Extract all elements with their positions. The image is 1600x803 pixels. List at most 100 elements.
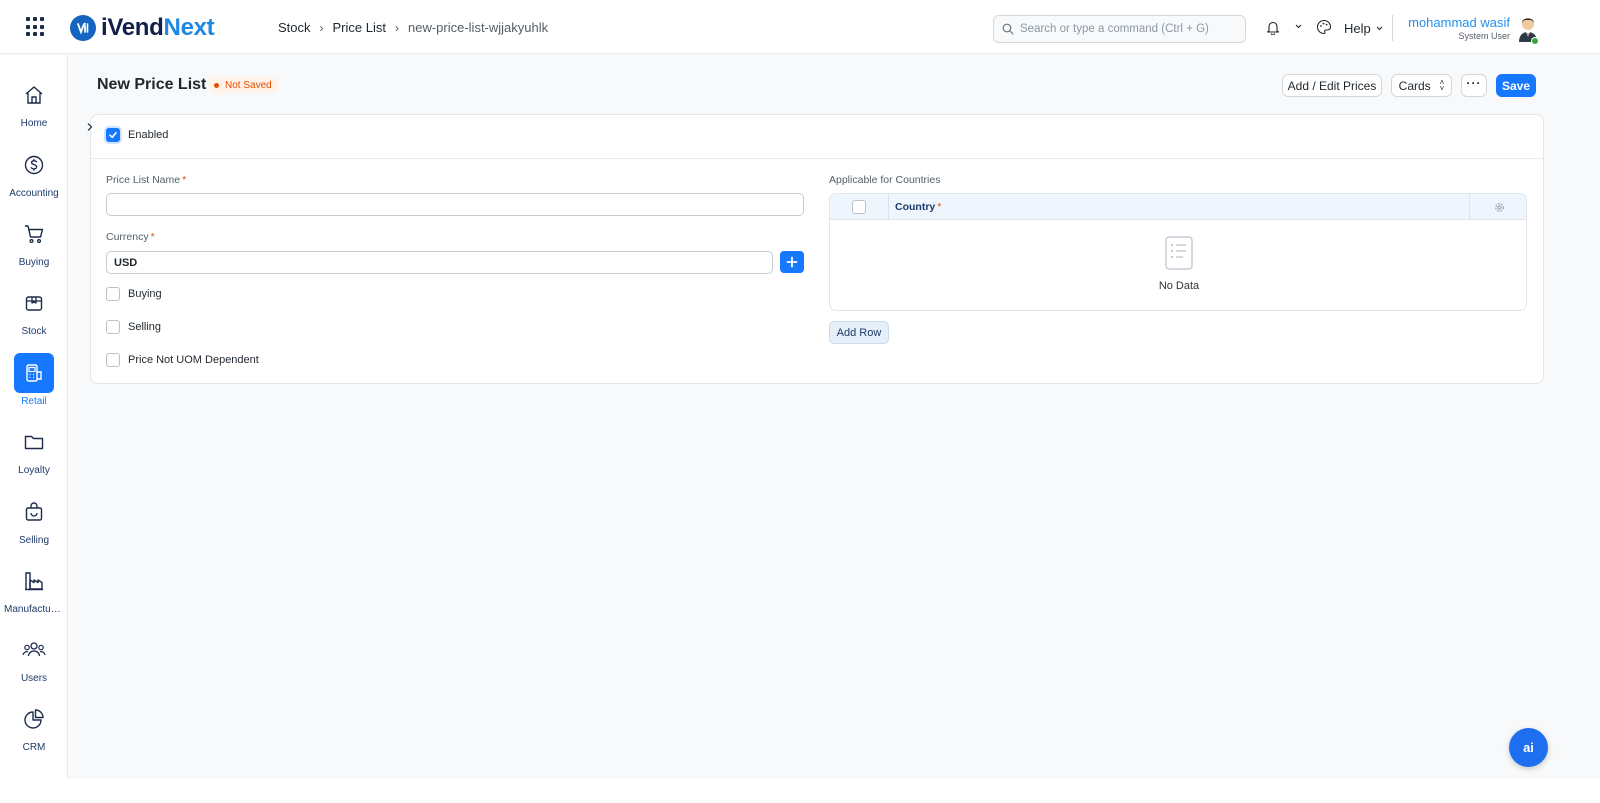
shopping-bag-icon (14, 492, 54, 532)
sidebar-item-manufacturing[interactable]: Manufacturing (0, 551, 68, 617)
sidebar-item-home[interactable]: Home (0, 65, 68, 131)
chevron-right-icon: › (319, 20, 324, 35)
help-menu[interactable]: Help (1344, 21, 1384, 36)
section-divider (90, 158, 1544, 159)
selling-checkbox-row[interactable]: Selling (106, 320, 161, 334)
online-status-dot (1531, 37, 1539, 45)
sidebar-item-stock[interactable]: Stock (0, 273, 68, 339)
enabled-label: Enabled (128, 129, 169, 141)
top-navbar: iVendNext Stock › Price List › new-price… (0, 0, 1600, 54)
view-mode-select[interactable]: Cards ˄ ˅ (1391, 74, 1452, 97)
price-not-uom-label: Price Not UOM Dependent (128, 354, 259, 366)
countries-label: Applicable for Countries (829, 174, 941, 186)
sidebar-item-label: Home (20, 118, 48, 129)
selling-checkbox[interactable] (106, 320, 120, 334)
sidebar: Home Accounting Buying Stock Retail Loya… (0, 55, 68, 779)
enabled-checkbox[interactable] (106, 128, 120, 142)
app-logo[interactable]: iVendNext (70, 14, 215, 42)
page-title: New Price List (97, 76, 207, 93)
chevron-down-icon[interactable] (1294, 22, 1303, 31)
breadcrumb-price-list[interactable]: Price List (333, 20, 386, 35)
breadcrumb: Stock › Price List › new-price-list-wjja… (278, 20, 548, 35)
logo-mark-icon (70, 15, 96, 41)
plus-icon (786, 256, 798, 268)
users-icon (14, 630, 54, 670)
notification-bell-icon[interactable] (1266, 20, 1280, 35)
sidebar-item-retail[interactable]: Retail (0, 343, 68, 409)
theme-palette-icon[interactable] (1316, 19, 1332, 35)
search-input[interactable] (1020, 23, 1240, 35)
sidebar-item-crm[interactable]: CRM (0, 689, 68, 755)
currency-label: Currency * (106, 231, 155, 243)
sidebar-item-buying[interactable]: Buying (0, 204, 68, 270)
sidebar-item-accounting[interactable]: Accounting (0, 135, 68, 201)
user-name: mohammad wasif (1408, 15, 1510, 30)
divider (1392, 15, 1393, 41)
footer-area (0, 779, 1600, 803)
table-header: Country * (830, 194, 1526, 220)
search-bar[interactable] (993, 15, 1246, 43)
column-settings-cell (1469, 194, 1526, 220)
currency-field[interactable] (106, 251, 773, 274)
chevron-right-icon: › (394, 20, 399, 35)
countries-table: Country * No Data (829, 193, 1527, 311)
dollar-icon (14, 145, 54, 185)
folder-icon (14, 422, 54, 462)
ai-assistant-button[interactable]: ai (1509, 728, 1548, 767)
save-button[interactable]: Save (1496, 74, 1536, 97)
add-row-button[interactable]: Add Row (829, 321, 889, 344)
user-role: System User (1458, 31, 1510, 41)
search-icon (1002, 23, 1014, 35)
app-switcher-icon[interactable] (26, 17, 46, 37)
buying-checkbox-row[interactable]: Buying (106, 287, 162, 301)
selling-label: Selling (128, 321, 162, 333)
checkmark-icon (109, 132, 117, 139)
sidebar-item-label: CRM (22, 742, 46, 753)
empty-document-icon (1165, 236, 1193, 270)
pie-chart-icon (14, 699, 54, 739)
status-text: Not Saved (225, 79, 272, 91)
breadcrumb-stock[interactable]: Stock (278, 20, 311, 35)
breadcrumb-current: new-price-list-wjjakyuhlk (407, 20, 549, 35)
status-badge: Not Saved (208, 77, 279, 93)
ai-assistant-label: ai (1523, 740, 1534, 755)
logo-text: iVendNext (101, 14, 215, 41)
view-mode-label: Cards (1398, 78, 1431, 93)
status-dot (214, 82, 219, 88)
chevron-right-icon[interactable] (86, 122, 94, 132)
box-icon (14, 283, 54, 323)
select-all-checkbox[interactable] (852, 200, 866, 214)
sidebar-item-label: Stock (21, 326, 47, 337)
factory-icon (14, 561, 54, 601)
price-list-name-label: Price List Name * (106, 174, 187, 186)
cart-icon (14, 214, 54, 254)
sidebar-item-label: Users (20, 673, 48, 684)
column-header-country: Country * (895, 201, 942, 213)
price-list-name-field[interactable] (106, 193, 804, 216)
chevron-down-icon (1376, 26, 1383, 31)
buying-label: Buying (128, 288, 162, 300)
sidebar-item-label: Retail (21, 396, 47, 407)
sidebar-item-loyalty[interactable]: Loyalty (0, 412, 68, 478)
enabled-checkbox-row[interactable]: Enabled (106, 128, 168, 142)
add-currency-button[interactable] (780, 251, 804, 273)
sidebar-item-selling[interactable]: Selling (0, 482, 68, 548)
gear-icon[interactable] (1494, 202, 1505, 213)
help-label: Help (1344, 21, 1371, 36)
home-icon (14, 75, 54, 115)
more-actions-button[interactable]: ··· (1461, 74, 1487, 97)
user-menu[interactable]: mohammad wasif System User (1408, 15, 1510, 41)
buying-checkbox[interactable] (106, 287, 120, 301)
sidebar-item-label: Manufacturing (4, 604, 64, 615)
pos-terminal-icon (14, 353, 54, 393)
sidebar-item-users[interactable]: Users (0, 620, 68, 686)
sidebar-item-label: Buying (18, 257, 50, 268)
price-not-uom-checkbox-row[interactable]: Price Not UOM Dependent (106, 353, 259, 367)
add-edit-prices-button[interactable]: Add / Edit Prices (1282, 74, 1382, 97)
select-all-cell (830, 194, 889, 220)
sort-arrows-icon: ˄ ˅ (1439, 77, 1445, 93)
price-not-uom-checkbox[interactable] (106, 353, 120, 367)
sidebar-item-label: Selling (18, 535, 50, 546)
sidebar-item-label: Accounting (9, 188, 59, 199)
sidebar-item-label: Loyalty (18, 465, 50, 476)
